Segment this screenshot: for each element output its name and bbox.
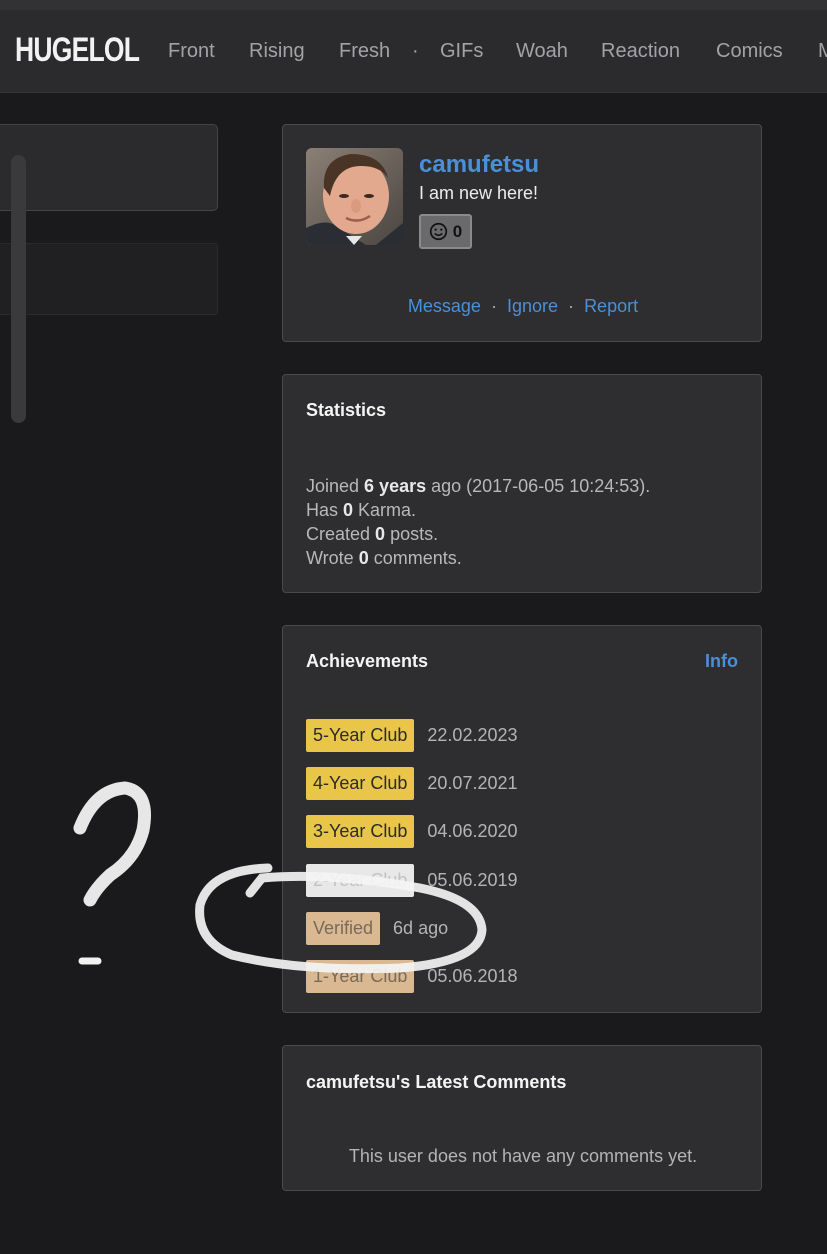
nav-fresh[interactable]: Fresh <box>339 40 390 63</box>
achievement-date: 6d ago <box>393 918 449 938</box>
left-panel-box <box>0 124 218 211</box>
stat-karma: Has 0 Karma. <box>306 500 417 520</box>
profile-actions: Message · Ignore · Report <box>283 296 763 317</box>
achievement-row: 1-Year Club 05.06.2018 <box>306 960 518 993</box>
question-mark-icon <box>73 781 151 965</box>
karma-count: 0 <box>452 221 463 241</box>
nav-separator: · <box>412 40 419 62</box>
ignore-link[interactable]: Ignore <box>507 296 558 316</box>
achievement-date: 04.06.2020 <box>427 821 518 841</box>
main-nav: Front Rising Fresh · GIFs Woah Reaction … <box>0 40 827 66</box>
stat-posts: Created 0 posts. <box>306 524 439 544</box>
achievement-date: 22.02.2023 <box>427 725 518 745</box>
left-panel-placeholder <box>0 243 218 315</box>
left-scrollbar[interactable] <box>11 155 26 423</box>
nav-rising[interactable]: Rising <box>249 40 305 63</box>
achievement-badge[interactable]: 5-Year Club <box>306 719 415 752</box>
achievement-badge[interactable]: 4-Year Club <box>306 767 415 800</box>
statistics-card: Statistics Joined 6 years ago (2017-06-0… <box>282 374 762 593</box>
achievement-badge[interactable]: 3-Year Club <box>306 815 415 848</box>
nav-gifs[interactable]: GIFs <box>440 40 483 63</box>
smiley-icon <box>429 222 447 241</box>
nav-woah[interactable]: Woah <box>516 40 568 63</box>
username-link[interactable]: camufetsu <box>419 151 539 179</box>
achievement-row: 2-Year Club 05.06.2019 <box>306 864 518 897</box>
achievement-row: 4-Year Club 20.07.2021 <box>306 767 518 800</box>
profile-card: camufetsu I am new here! 0 Message · Ign… <box>282 124 762 342</box>
nav-front[interactable]: Front <box>168 40 215 63</box>
achievement-date: 05.06.2019 <box>427 870 518 890</box>
action-separator: · <box>568 296 575 316</box>
achievements-card: Achievements Info 5-Year Club 22.02.2023… <box>282 625 762 1013</box>
achievement-row: Verified 6d ago <box>306 912 448 945</box>
achievement-badge-verified[interactable]: Verified <box>306 912 381 945</box>
achievement-date: 05.06.2018 <box>427 966 518 986</box>
karma-button[interactable]: 0 <box>419 214 472 249</box>
report-link[interactable]: Report <box>584 296 638 316</box>
statistics-list: Joined 6 years ago (2017-06-05 10:24:53)… <box>306 474 650 570</box>
nav-more[interactable]: M <box>818 40 827 63</box>
latest-comments-card: camufetsu's Latest Comments This user do… <box>282 1045 762 1191</box>
top-navigation-bar: HUGELOL Front Rising Fresh · GIFs Woah R… <box>0 0 827 93</box>
user-status: I am new here! <box>419 183 539 203</box>
statistics-title: Statistics <box>306 400 387 420</box>
stat-comments: Wrote 0 comments. <box>306 548 462 568</box>
achievement-badge[interactable]: 2-Year Club <box>306 864 415 897</box>
nav-comics[interactable]: Comics <box>716 40 783 63</box>
stat-joined: Joined 6 years ago (2017-06-05 10:24:53)… <box>306 476 651 496</box>
achievement-row: 5-Year Club 22.02.2023 <box>306 719 518 752</box>
achievement-badge[interactable]: 1-Year Club <box>306 960 415 993</box>
action-separator: · <box>490 296 497 316</box>
message-link[interactable]: Message <box>408 296 481 316</box>
avatar[interactable] <box>306 148 403 245</box>
achievements-title: Achievements <box>306 651 429 671</box>
achievement-date: 20.07.2021 <box>427 773 518 793</box>
achievement-row: 3-Year Club 04.06.2020 <box>306 815 518 848</box>
no-comments-message: This user does not have any comments yet… <box>348 1146 698 1166</box>
latest-comments-title: camufetsu's Latest Comments <box>306 1072 567 1092</box>
nav-reaction[interactable]: Reaction <box>601 40 680 63</box>
achievements-info-link[interactable]: Info <box>705 651 738 672</box>
